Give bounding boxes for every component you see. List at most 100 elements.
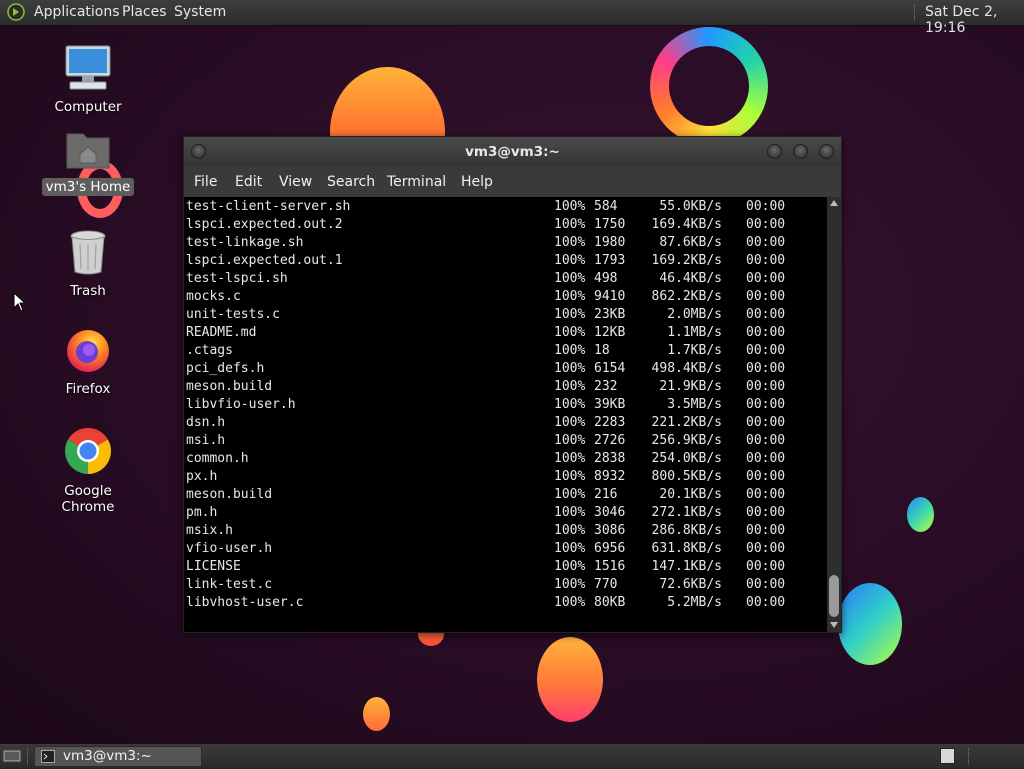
home-folder-icon [66,133,110,169]
file-name: pm.h [186,505,218,520]
transfer-rate: 46.4KB/s [659,271,722,286]
transfer-percent: 100% [554,325,586,340]
desktop-icon-computer[interactable]: Computer [33,44,143,116]
menu-view[interactable]: View [279,174,312,190]
transfer-rate: 631.8KB/s [651,541,722,556]
transfer-rate: 800.5KB/s [651,469,722,484]
file-name: msi.h [186,433,226,448]
transfer-percent: 100% [554,199,586,214]
taskbar-button-label: vm3@vm3:~ [63,748,152,764]
transfer-rate: 498.4KB/s [651,361,722,376]
transfer-percent: 100% [554,235,586,250]
transfer-time: 00:00 [746,217,786,232]
file-size: 584 [594,199,618,214]
transfer-percent: 100% [554,307,586,322]
scroll-down-arrow-icon[interactable] [830,622,838,628]
menu-file[interactable]: File [194,174,217,190]
menu-help[interactable]: Help [461,174,493,190]
file-size: 3086 [594,523,626,538]
transfer-percent: 100% [554,415,586,430]
transfer-time: 00:00 [746,469,786,484]
desktop-icon-trash[interactable]: Trash [33,228,143,300]
transfer-time: 00:00 [746,253,786,268]
file-name: README.md [186,325,257,340]
wallpaper-shape [537,637,603,722]
transfer-rate: 55.0KB/s [659,199,722,214]
file-size: 9410 [594,289,626,304]
transfer-rate: 169.4KB/s [651,217,722,232]
menu-search[interactable]: Search [327,174,375,190]
desktop-icon-chrome[interactable]: Google Chrome [33,426,143,516]
terminal-line: test-linkage.sh 100% 1980 87.6KB/s 00:00 [186,234,816,252]
places-menu[interactable]: Places [122,4,167,20]
desktop-icon-label: Firefox [65,381,111,397]
transfer-percent: 100% [554,343,586,358]
scroll-up-arrow-icon[interactable] [830,200,838,206]
terminal-line: .ctags 100% 18 1.7KB/s 00:00 [186,342,816,360]
applications-logo-icon[interactable] [7,3,25,21]
transfer-time: 00:00 [746,343,786,358]
transfer-percent: 100% [554,379,586,394]
menu-terminal[interactable]: Terminal [387,174,446,190]
terminal-scrollbar[interactable] [827,197,841,632]
transfer-rate: 20.1KB/s [659,487,722,502]
transfer-percent: 100% [554,433,586,448]
wallpaper-shape [363,697,390,731]
terminal-window[interactable]: vm3@vm3:~ File Edit View Search Terminal… [183,136,842,633]
file-size: 18 [594,343,610,358]
file-size: 770 [594,577,618,592]
terminal-icon [41,750,55,763]
transfer-time: 00:00 [746,487,786,502]
transfer-rate: 21.9KB/s [659,379,722,394]
file-size: 1750 [594,217,626,232]
terminal-line: meson.build 100% 216 20.1KB/s 00:00 [186,486,816,504]
wallpaper-shape [907,497,934,532]
maximize-button[interactable] [793,144,808,159]
transfer-time: 00:00 [746,397,786,412]
window-titlebar[interactable]: vm3@vm3:~ [184,137,841,167]
file-size: 6956 [594,541,626,556]
transfer-time: 00:00 [746,577,786,592]
terminal-line: px.h 100% 8932 800.5KB/s 00:00 [186,468,816,486]
transfer-percent: 100% [554,361,586,376]
taskbar-terminal-button[interactable]: vm3@vm3:~ [34,746,202,767]
transfer-rate: 87.6KB/s [659,235,722,250]
file-name: libvhost-user.c [186,595,304,610]
wallpaper-shape [838,583,902,665]
minimize-button[interactable] [767,144,782,159]
transfer-percent: 100% [554,577,586,592]
file-name: test-lspci.sh [186,271,288,286]
file-size: 2283 [594,415,626,430]
system-menu[interactable]: System [174,4,226,20]
transfer-time: 00:00 [746,433,786,448]
transfer-rate: 286.8KB/s [651,523,722,538]
transfer-rate: 862.2KB/s [651,289,722,304]
terminal-output[interactable]: test-client-server.sh 100% 584 55.0KB/s 00:0… [184,197,827,632]
file-name: msix.h [186,523,233,538]
panel-separator [968,748,971,765]
terminal-line: libvfio-user.h 100% 39KB 3.5MB/s 00:00 [186,396,816,414]
terminal-line: test-client-server.sh 100% 584 55.0KB/s 00:0… [186,198,816,216]
file-name: mocks.c [186,289,241,304]
scrollbar-thumb[interactable] [829,575,839,617]
window-menu-button[interactable] [191,144,206,159]
close-button[interactable] [819,144,834,159]
desktop-icon-label: vm3's Home [41,178,135,196]
show-desktop-icon[interactable] [2,748,22,764]
transfer-rate: 221.2KB/s [651,415,722,430]
desktop-icon-home[interactable]: vm3's Home [33,128,143,196]
applications-menu[interactable]: Applications [34,4,120,20]
terminal-line: meson.build 100% 232 21.9KB/s 00:00 [186,378,816,396]
transfer-percent: 100% [554,487,586,502]
menu-edit[interactable]: Edit [235,174,262,190]
workspace-switcher[interactable] [940,748,955,764]
desktop-icon-firefox[interactable]: Firefox [33,326,143,398]
file-size: 39KB [594,397,626,412]
desktop-icon-label: Google Chrome [61,483,115,515]
clock[interactable]: Sat Dec 2, 19:16 [925,4,1024,36]
transfer-rate: 1.7KB/s [667,343,722,358]
transfer-time: 00:00 [746,541,786,556]
transfer-percent: 100% [554,451,586,466]
file-size: 2726 [594,433,626,448]
transfer-time: 00:00 [746,415,786,430]
